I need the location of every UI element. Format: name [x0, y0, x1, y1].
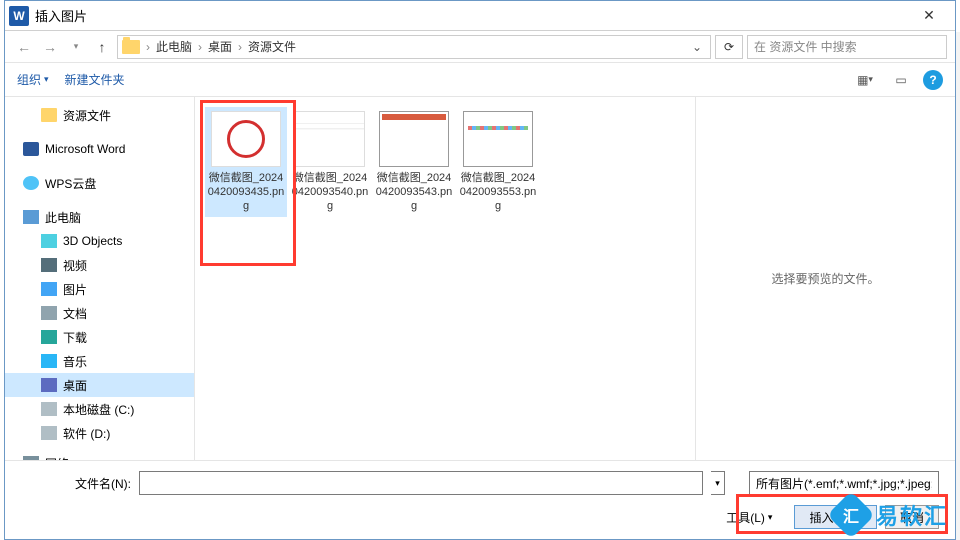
back-button[interactable]: ←: [13, 36, 35, 58]
preview-pane: 选择要预览的文件。: [695, 97, 955, 460]
file-thumbnail: [463, 111, 533, 167]
breadcrumb-desktop[interactable]: 桌面: [208, 38, 232, 55]
dialog-title: 插入图片: [35, 6, 907, 25]
file-item[interactable]: 微信截图_20240420093435.png: [205, 107, 287, 217]
toolbar: 组织▾ 新建文件夹 ▦ ▾ ▭ ?: [5, 63, 955, 97]
file-thumbnail: [211, 111, 281, 167]
word-app-icon: W: [9, 6, 29, 26]
file-thumbnail: [379, 111, 449, 167]
chevron-right-icon: ›: [146, 40, 150, 54]
disk-icon: [41, 402, 57, 416]
file-name: 微信截图_20240420093553.png: [459, 171, 537, 213]
sidebar-item-wps-cloud[interactable]: WPS云盘: [5, 171, 194, 195]
file-type-filter[interactable]: 所有图片(*.emf;*.wmf;*.jpg;*.jpeg;*.png;*.bm…: [749, 471, 939, 495]
preview-pane-button[interactable]: ▭: [887, 69, 915, 91]
organize-button[interactable]: 组织▾: [17, 71, 49, 88]
help-button[interactable]: ?: [923, 70, 943, 90]
breadcrumb-resources[interactable]: 资源文件: [248, 38, 296, 55]
sidebar-item-desktop[interactable]: 桌面: [5, 373, 194, 397]
filename-input[interactable]: [139, 471, 703, 495]
sidebar-item-resources[interactable]: 资源文件: [5, 103, 194, 127]
folder-icon: [41, 108, 57, 122]
filename-dropdown[interactable]: ▾: [711, 471, 725, 495]
chevron-right-icon: ›: [198, 40, 202, 54]
word-icon: [23, 142, 39, 156]
disk-icon: [41, 426, 57, 440]
video-icon: [41, 258, 57, 272]
insert-picture-dialog: W 插入图片 ✕ ← → ▾ ↑ › 此电脑 › 桌面 › 资源文件 ⌄ ⟳ 在…: [4, 0, 956, 540]
address-dropdown[interactable]: ⌄: [688, 40, 706, 54]
sidebar-item-network[interactable]: 网络: [5, 451, 194, 460]
chevron-right-icon: ›: [238, 40, 242, 54]
address-bar[interactable]: › 此电脑 › 桌面 › 资源文件 ⌄: [117, 35, 711, 59]
filename-label: 文件名(N):: [21, 475, 131, 492]
search-input[interactable]: 在 资源文件 中搜索: [747, 35, 947, 59]
sidebar-item-disk-d[interactable]: 软件 (D:): [5, 421, 194, 445]
file-thumbnail: [295, 111, 365, 167]
nav-bar: ← → ▾ ↑ › 此电脑 › 桌面 › 资源文件 ⌄ ⟳ 在 资源文件 中搜索: [5, 31, 955, 63]
preview-empty-text: 选择要预览的文件。: [771, 270, 879, 287]
titlebar: W 插入图片 ✕: [5, 1, 955, 31]
file-item[interactable]: 微信截图_20240420093543.png: [373, 107, 455, 217]
forward-button: →: [39, 36, 61, 58]
sidebar-item-3d-objects[interactable]: 3D Objects: [5, 229, 194, 253]
documents-icon: [41, 306, 57, 320]
sidebar-item-music[interactable]: 音乐: [5, 349, 194, 373]
breadcrumb-pc[interactable]: 此电脑: [156, 38, 192, 55]
file-item[interactable]: 微信截图_20240420093553.png: [457, 107, 539, 217]
refresh-button[interactable]: ⟳: [715, 35, 743, 59]
sidebar-item-disk-c[interactable]: 本地磁盘 (C:): [5, 397, 194, 421]
watermark: 易软汇: [834, 498, 948, 532]
sidebar-item-downloads[interactable]: 下载: [5, 325, 194, 349]
file-item[interactable]: 微信截图_20240420093540.png: [289, 107, 371, 217]
search-placeholder: 在 资源文件 中搜索: [754, 38, 857, 55]
downloads-icon: [41, 330, 57, 344]
recent-dropdown[interactable]: ▾: [65, 36, 87, 58]
view-mode-button[interactable]: ▦ ▾: [851, 69, 879, 91]
sidebar-item-word[interactable]: Microsoft Word: [5, 137, 194, 161]
desktop-icon: [41, 378, 57, 392]
file-name: 微信截图_20240420093543.png: [375, 171, 453, 213]
pictures-icon: [41, 282, 57, 296]
up-button[interactable]: ↑: [91, 36, 113, 58]
objects-icon: [41, 234, 57, 248]
file-grid: 微信截图_20240420093435.png 微信截图_20240420093…: [195, 97, 695, 460]
folder-icon: [122, 40, 140, 54]
footer: 文件名(N): ▾ 所有图片(*.emf;*.wmf;*.jpg;*.jpeg;…: [5, 460, 955, 539]
watermark-icon: [827, 491, 875, 539]
new-folder-button[interactable]: 新建文件夹: [65, 71, 125, 88]
close-button[interactable]: ✕: [907, 2, 951, 30]
tools-button[interactable]: 工具(L)▾: [712, 505, 786, 529]
sidebar-item-this-pc[interactable]: 此电脑: [5, 205, 194, 229]
file-name: 微信截图_20240420093435.png: [207, 171, 285, 213]
sidebar-item-pictures[interactable]: 图片: [5, 277, 194, 301]
sidebar: 资源文件 Microsoft Word WPS云盘 此电脑 3D Objects…: [5, 97, 195, 460]
sidebar-item-documents[interactable]: 文档: [5, 301, 194, 325]
cloud-icon: [23, 176, 39, 190]
file-name: 微信截图_20240420093540.png: [291, 171, 369, 213]
sidebar-item-videos[interactable]: 视频: [5, 253, 194, 277]
music-icon: [41, 354, 57, 368]
watermark-text: 易软汇: [876, 499, 948, 531]
pc-icon: [23, 210, 39, 224]
